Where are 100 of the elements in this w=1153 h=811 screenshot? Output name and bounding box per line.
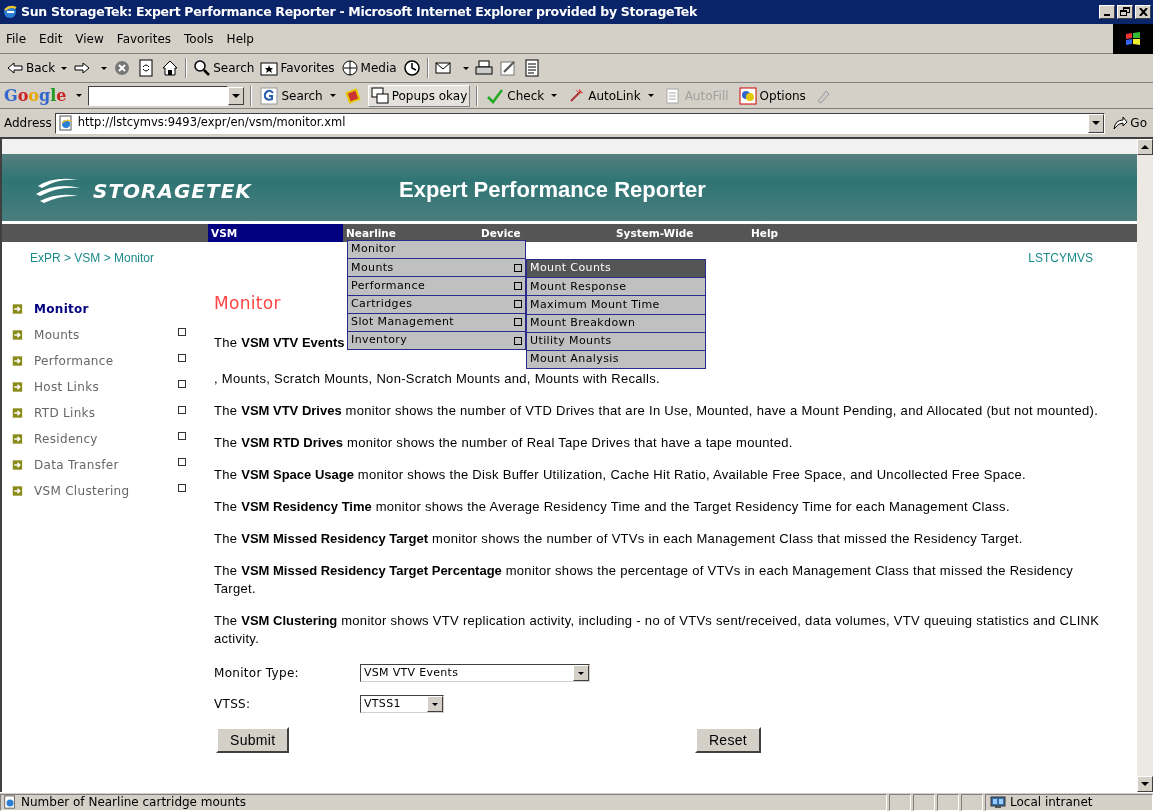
status-panel xyxy=(913,793,935,811)
menu-item[interactable]: Cartridges xyxy=(347,294,526,314)
media-button[interactable]: Media xyxy=(340,59,397,77)
menu-item[interactable]: Utility Mounts xyxy=(526,331,706,351)
status-text: Number of Nearline cartridge mounts xyxy=(21,794,246,811)
expand-box-icon[interactable] xyxy=(178,328,186,336)
form-button[interactable]: Submit xyxy=(216,727,290,753)
menu-item[interactable]: Performance xyxy=(347,276,526,296)
search-button[interactable]: Search xyxy=(193,59,255,77)
scroll-down-button[interactable] xyxy=(1137,776,1153,792)
expand-box-icon[interactable] xyxy=(178,458,186,466)
google-logo[interactable]: Google xyxy=(4,83,67,108)
expand-box-icon[interactable] xyxy=(178,354,186,362)
url-text: http://lstcymvs:9493/expr/en/vsm/monitor.xml xyxy=(77,114,346,132)
stop-icon[interactable] xyxy=(113,59,132,77)
caret-icon xyxy=(551,94,558,97)
window-title: Sun StorageTek: Expert Performance Reporter - Microsoft Internet Explorer provided by StorageTek xyxy=(21,2,698,21)
description-paragraph: The VSM Residency Time monitor shows the Average Residency Time and the Target Residency Time for each Management Class. xyxy=(214,498,1011,516)
app-title: Expert Performance Reporter xyxy=(399,176,706,204)
back-button[interactable]: Back xyxy=(6,59,68,77)
select-field[interactable]: VTSS1 xyxy=(360,695,444,713)
caret-icon xyxy=(76,94,83,97)
page-icon xyxy=(3,795,17,809)
menu-item[interactable]: Tools xyxy=(180,29,218,48)
search-button[interactable]: Search xyxy=(258,86,338,105)
nav-tab[interactable]: Help xyxy=(748,224,828,242)
nav-tab[interactable]: Nearline xyxy=(343,224,478,242)
sidebar-item[interactable]: Monitor xyxy=(34,300,178,318)
history-icon[interactable] xyxy=(402,59,421,77)
status-panel xyxy=(961,793,983,811)
sidebar-item[interactable]: Host Links xyxy=(34,378,178,396)
expand-box-icon[interactable] xyxy=(178,484,186,492)
sidebar-item[interactable]: Residency xyxy=(34,430,178,448)
caret-icon xyxy=(329,94,336,97)
sidebar-item[interactable]: Mounts xyxy=(34,326,178,344)
search-icon xyxy=(193,59,212,77)
menu-item[interactable]: Mount Counts xyxy=(526,259,706,279)
menu-item[interactable]: View xyxy=(71,29,108,48)
address-field[interactable]: http://lstcymvs:9493/expr/en/vsm/monitor.xml xyxy=(54,112,1106,134)
menu-item[interactable]: Edit xyxy=(35,29,67,48)
field-label: Monitor Type: xyxy=(214,665,300,682)
minimize-button[interactable] xyxy=(1099,5,1115,19)
back-arrow-icon xyxy=(6,59,24,77)
print-icon[interactable] xyxy=(474,59,493,77)
scrollbar[interactable] xyxy=(1137,139,1153,792)
zone-text: Local intranet xyxy=(1010,794,1093,811)
menu-item[interactable]: Mount Response xyxy=(526,277,706,297)
home-icon[interactable] xyxy=(161,59,180,77)
close-button[interactable] xyxy=(1135,5,1151,19)
nav-tab[interactable]: Device xyxy=(478,224,613,242)
page-icon xyxy=(57,115,74,131)
nav-tab[interactable]: System-Wide xyxy=(613,224,748,242)
expand-box-icon[interactable] xyxy=(178,406,186,414)
sidebar-item[interactable]: Performance xyxy=(34,352,178,370)
menu-item[interactable]: Maximum Mount Time xyxy=(526,295,706,315)
intranet-icon xyxy=(990,795,1006,809)
forward-arrow-icon[interactable] xyxy=(73,59,92,77)
expand-box-icon[interactable] xyxy=(178,380,186,388)
menu-item[interactable]: Mount Breakdown xyxy=(526,313,706,333)
logo-text: STORAGETEK xyxy=(93,178,252,205)
menu-item[interactable]: File xyxy=(2,29,31,48)
field-label: VTSS: xyxy=(214,696,252,713)
description-paragraph: The VSM VTV Drives monitor shows the number of VTD Drives that are In Use, Mounted, have a Mount Pending, and Allocated (but not mounted). xyxy=(214,402,1100,420)
description-end: , Mounts, Scratch Mounts, Non-Scratch Mounts and, Mounts with Recalls. xyxy=(214,371,660,386)
scroll-up-button[interactable] xyxy=(1137,139,1153,155)
edit-icon[interactable] xyxy=(498,59,517,77)
description-paragraph: The VSM RTD Drives monitor shows the number of Real Tape Drives that have a tape mounted. xyxy=(214,434,794,452)
form-button[interactable]: Reset xyxy=(694,727,761,753)
expand-box-icon[interactable] xyxy=(178,432,186,440)
select-field[interactable]: VSM VTV Events xyxy=(360,664,590,682)
menu-item[interactable]: Monitor xyxy=(347,240,526,260)
description-paragraph: The VSM Clustering monitor shows VTV replication activity, including - no of VTVs sent/received, data volumes, VTV queuing statistics and CLINK activity. xyxy=(214,612,1101,648)
browser-icon xyxy=(2,4,18,20)
menu-item[interactable]: Mounts xyxy=(347,258,526,278)
close-icon xyxy=(1138,8,1148,16)
autolink-button[interactable]: AutoLink xyxy=(565,86,656,105)
popups-button[interactable]: Popups okay xyxy=(367,84,471,107)
menu-item[interactable]: Help xyxy=(222,29,258,48)
menu-item[interactable]: Inventory xyxy=(347,330,526,351)
restore-button[interactable] xyxy=(1117,5,1133,19)
search-field[interactable] xyxy=(88,85,229,106)
windows-icon xyxy=(370,86,389,105)
menu-item[interactable]: Mount Analysis xyxy=(526,349,706,370)
menu-item[interactable]: Slot Management xyxy=(347,312,526,332)
sidebar-item[interactable]: RTD Links xyxy=(34,404,178,422)
host-name: LSTCYMVS xyxy=(1028,250,1093,267)
options-button[interactable]: Options xyxy=(736,86,808,105)
sidebar-item[interactable]: Data Transfer xyxy=(34,456,178,474)
nav-tab[interactable]: VSM xyxy=(208,224,343,242)
check-button[interactable]: Check xyxy=(484,86,560,105)
favorites-button[interactable]: Favorites xyxy=(260,59,335,77)
go-button[interactable]: Go xyxy=(1108,114,1151,132)
refresh-icon[interactable] xyxy=(137,59,156,77)
mail-icon[interactable] xyxy=(434,59,453,77)
menu-item[interactable]: Favorites xyxy=(112,29,176,48)
caret-icon xyxy=(462,66,469,70)
sidebar-item[interactable]: VSM Clustering xyxy=(34,482,178,500)
caret-icon xyxy=(61,66,68,70)
page-heading: Monitor xyxy=(214,293,281,313)
document-icon[interactable] xyxy=(522,59,541,77)
